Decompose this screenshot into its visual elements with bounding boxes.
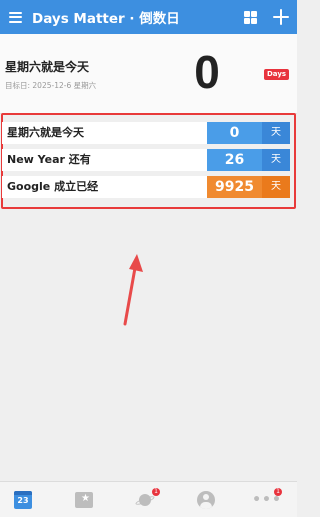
event-unit: 天 <box>262 176 290 198</box>
event-row[interactable]: 星期六就是今天 0 天 <box>2 122 290 144</box>
nav-item-calendar[interactable]: 23 <box>3 482 43 517</box>
event-row[interactable]: Google 成立已经 9925 天 <box>2 176 290 198</box>
nav-item-notes[interactable] <box>64 482 104 517</box>
grid-view-button[interactable] <box>235 0 265 34</box>
user-avatar-icon <box>197 491 215 509</box>
event-unit: 天 <box>262 149 290 171</box>
annotation-arrow <box>123 254 143 326</box>
plus-icon <box>273 9 289 25</box>
notes-star-icon <box>75 492 93 508</box>
event-label: New Year 还有 <box>7 153 91 166</box>
notification-badge: 1 <box>274 488 282 496</box>
featured-event-title: 星期六就是今天 <box>5 60 90 74</box>
event-count: 0 <box>207 122 262 144</box>
top-actions <box>235 0 297 34</box>
event-count: 9925 <box>207 176 262 198</box>
notification-badge: 1 <box>152 488 160 496</box>
top-bar: Days Matter · 倒数日 <box>0 0 297 34</box>
add-event-button[interactable] <box>265 0 297 34</box>
nav-item-profile[interactable] <box>186 482 226 517</box>
nav-item-more[interactable]: ••• 1 <box>247 482 287 517</box>
event-count: 26 <box>207 149 262 171</box>
grid-icon <box>243 10 257 24</box>
featured-event-card[interactable]: 星期六就是今天 目标日: 2025-12-6 星期六 0 Days <box>0 34 297 114</box>
nav-item-discover[interactable]: 1 <box>125 482 165 517</box>
event-label: Google 成立已经 <box>7 180 99 193</box>
bottom-nav: 23 1 ••• 1 <box>0 481 297 517</box>
app-title: Days Matter · 倒数日 <box>32 11 180 27</box>
menu-button[interactable] <box>2 0 28 34</box>
featured-event-target-date: 目标日: 2025-12-6 星期六 <box>5 81 97 90</box>
featured-event-count: 0 <box>194 46 220 98</box>
app-screen: Days Matter · 倒数日 星期六就是今天 目标日: 2025-12-6… <box>0 0 297 517</box>
event-label: 星期六就是今天 <box>7 126 84 139</box>
hamburger-icon <box>8 11 22 23</box>
event-row[interactable]: New Year 还有 26 天 <box>2 149 290 171</box>
days-badge: Days <box>264 69 290 80</box>
event-unit: 天 <box>262 122 290 144</box>
calendar-icon: 23 <box>14 491 32 509</box>
